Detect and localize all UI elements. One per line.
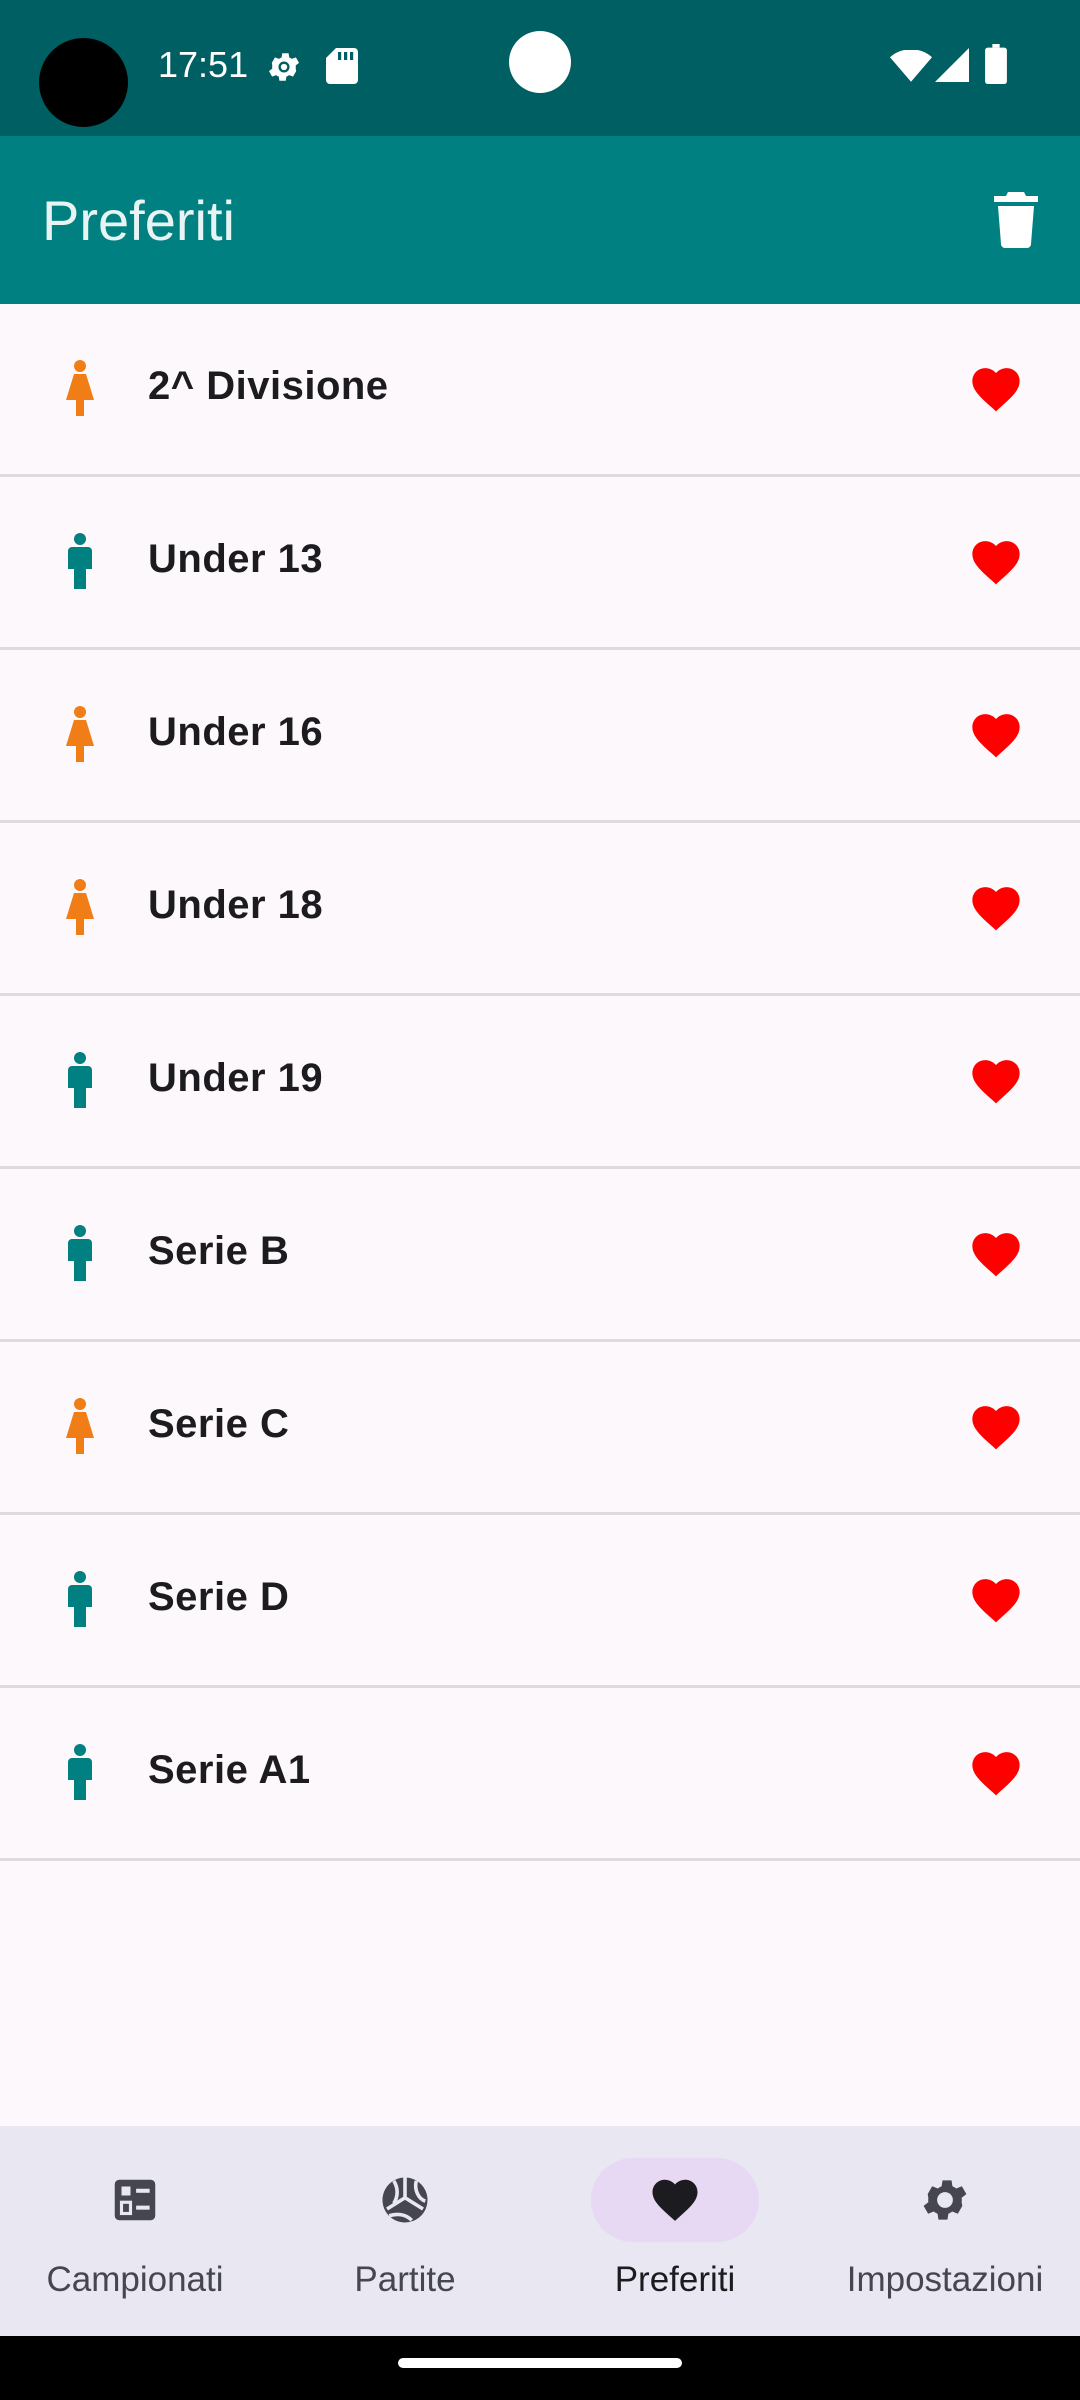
list-item[interactable]: Under 18 — [0, 823, 1080, 996]
cell-signal-icon — [935, 48, 969, 87]
bottom-navigation: Campionati Partite Preferiti Impostazion… — [0, 2126, 1080, 2336]
heart-icon[interactable] — [967, 534, 1025, 591]
list-item[interactable]: Serie B — [0, 1169, 1080, 1342]
list-item-label: Under 16 — [148, 710, 324, 754]
nav-item-preferiti[interactable]: Preferiti — [540, 2126, 810, 2336]
nav-item-impostazioni[interactable]: Impostazioni — [810, 2126, 1080, 2336]
male-person-icon — [66, 533, 94, 594]
heart-icon[interactable] — [967, 1399, 1025, 1456]
front-camera-cutout — [39, 38, 128, 127]
trash-icon[interactable] — [992, 192, 1040, 253]
list-item[interactable]: Under 16 — [0, 650, 1080, 823]
settings-gear-icon — [265, 48, 303, 91]
volleyball-icon — [378, 2173, 432, 2232]
heart-icon[interactable] — [967, 1745, 1025, 1802]
list-item-label: Under 18 — [148, 883, 324, 927]
female-person-icon — [66, 706, 94, 767]
list-item-label: Serie D — [148, 1575, 290, 1619]
list-item[interactable]: Under 13 — [0, 477, 1080, 650]
heart-icon[interactable] — [967, 707, 1025, 764]
home-gesture-handle[interactable] — [398, 2358, 682, 2368]
heart-icon[interactable] — [967, 1226, 1025, 1283]
wifi-icon — [890, 49, 932, 87]
male-person-icon — [66, 1744, 94, 1805]
list-item-label: 2^ Divisione — [148, 364, 389, 408]
male-person-icon — [66, 1571, 94, 1632]
system-gesture-area — [0, 2336, 1080, 2400]
list-item-label: Serie C — [148, 1402, 290, 1446]
nav-label: Partite — [354, 2260, 456, 2299]
female-person-icon — [66, 360, 94, 421]
status-bar: 17:51 — [0, 0, 1080, 136]
list-item[interactable]: Serie C — [0, 1342, 1080, 1515]
list-item[interactable]: Under 19 — [0, 996, 1080, 1169]
list-item[interactable]: 2^ Divisione — [0, 304, 1080, 477]
favorites-list: 2^ Divisione Under 13 Under 16 Under 18 — [0, 304, 1080, 1861]
heart-icon[interactable] — [967, 1572, 1025, 1629]
heart-icon[interactable] — [967, 1053, 1025, 1110]
heart-icon[interactable] — [967, 361, 1025, 418]
list-item-label: Under 19 — [148, 1056, 324, 1100]
camera-punch-hole — [509, 31, 571, 93]
list-item[interactable]: Serie A1 — [0, 1688, 1080, 1861]
heart-icon[interactable] — [967, 880, 1025, 937]
nav-item-campionati[interactable]: Campionati — [0, 2126, 270, 2336]
leaderboard-list-icon — [108, 2173, 162, 2232]
male-person-icon — [66, 1225, 94, 1286]
battery-icon — [985, 44, 1007, 89]
heart-icon — [648, 2173, 702, 2232]
nav-item-partite[interactable]: Partite — [270, 2126, 540, 2336]
page-title: Preferiti — [42, 189, 235, 252]
status-time: 17:51 — [158, 44, 249, 85]
male-person-icon — [66, 1052, 94, 1113]
female-person-icon — [66, 879, 94, 940]
female-person-icon — [66, 1398, 94, 1459]
list-item[interactable]: Serie D — [0, 1515, 1080, 1688]
gear-icon — [918, 2173, 972, 2232]
nav-label: Campionati — [46, 2260, 224, 2299]
sd-card-icon — [326, 48, 358, 89]
list-item-label: Under 13 — [148, 537, 324, 581]
nav-label: Preferiti — [614, 2260, 736, 2299]
app-bar: Preferiti — [0, 136, 1080, 304]
list-item-label: Serie A1 — [148, 1748, 311, 1792]
nav-label: Impostazioni — [846, 2260, 1044, 2299]
list-item-label: Serie B — [148, 1229, 290, 1273]
